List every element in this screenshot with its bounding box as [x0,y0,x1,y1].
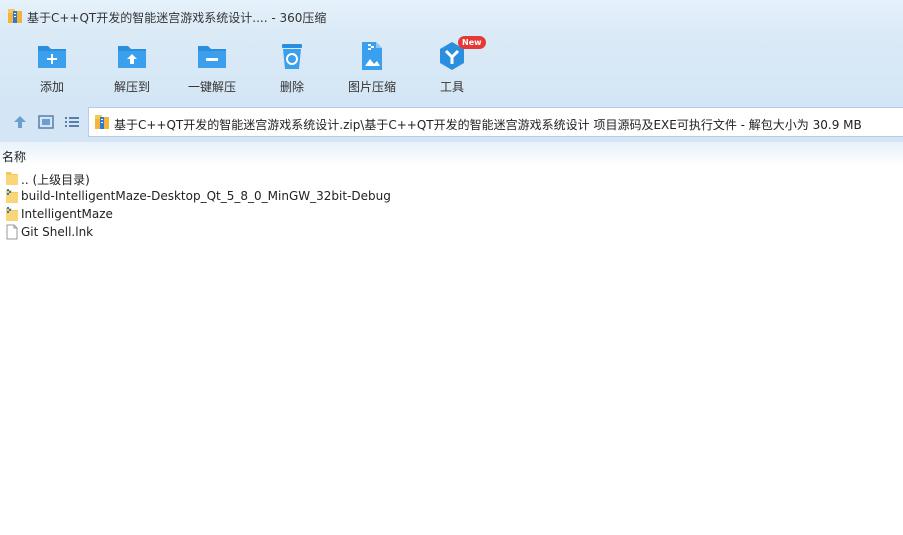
list-header: 名称 [0,142,903,166]
list-view-icon[interactable] [64,114,80,130]
archive-icon [95,115,109,129]
window-title: 基于C++QT开发的智能迷宫游戏系统设计.... - 360压缩 [27,11,327,25]
one-click-extract-label: 一键解压 [187,80,236,94]
tools-label: 工具 [439,80,464,94]
list-item-git-shell[interactable]: Git Shell.lnk [0,223,903,241]
folder-icon [6,172,18,185]
toolbar: 添加 解压到 一键解压 删除 图片压缩 New 工具 [0,32,903,102]
archive-app-icon [8,9,22,23]
extract-to-icon [118,46,146,68]
file-icon [6,224,18,240]
list-item-label: .. (上级目录) [21,173,90,187]
extract-to-label: 解压到 [113,80,150,94]
list-item-build-folder[interactable]: build-IntelligentMaze-Desktop_Qt_5_8_0_M… [0,187,903,205]
delete-icon [282,44,302,69]
zipped-folder-icon [6,189,18,203]
list-item-intelligentmaze[interactable]: IntelligentMaze [0,205,903,223]
add-button[interactable]: 添加 [12,38,92,100]
image-compress-label: 图片压缩 [347,80,396,94]
add-label: 添加 [39,80,64,94]
extract-to-button[interactable]: 解压到 [92,38,172,100]
address-path: 基于C++QT开发的智能迷宫游戏系统设计.zip\基于C++QT开发的智能迷宫游… [114,118,862,132]
add-icon [38,46,66,68]
delete-button[interactable]: 删除 [252,38,332,100]
one-click-extract-button[interactable]: 一键解压 [172,38,252,100]
list-item-label: IntelligentMaze [21,207,113,221]
one-click-extract-icon [198,46,226,68]
list-item-parent[interactable]: .. (上级目录) [0,169,903,187]
thumbnail-view-icon[interactable] [38,114,54,130]
list-item-label: Git Shell.lnk [21,225,94,239]
column-name-header[interactable]: 名称 [2,148,26,165]
delete-label: 删除 [279,80,304,94]
tools-button[interactable]: New 工具 [412,36,492,100]
image-compress-button[interactable]: 图片压缩 [332,38,412,100]
new-badge: New [458,36,486,49]
list-item-label: build-IntelligentMaze-Desktop_Qt_5_8_0_M… [21,189,391,203]
image-compress-icon [362,42,382,70]
navigation-bar: 基于C++QT开发的智能迷宫游戏系统设计.zip\基于C++QT开发的智能迷宫游… [0,102,903,142]
address-bar[interactable]: 基于C++QT开发的智能迷宫游戏系统设计.zip\基于C++QT开发的智能迷宫游… [88,107,903,137]
up-arrow-icon[interactable] [12,114,28,130]
title-bar: 基于C++QT开发的智能迷宫游戏系统设计.... - 360压缩 [0,0,903,32]
zipped-folder-icon [6,207,18,221]
